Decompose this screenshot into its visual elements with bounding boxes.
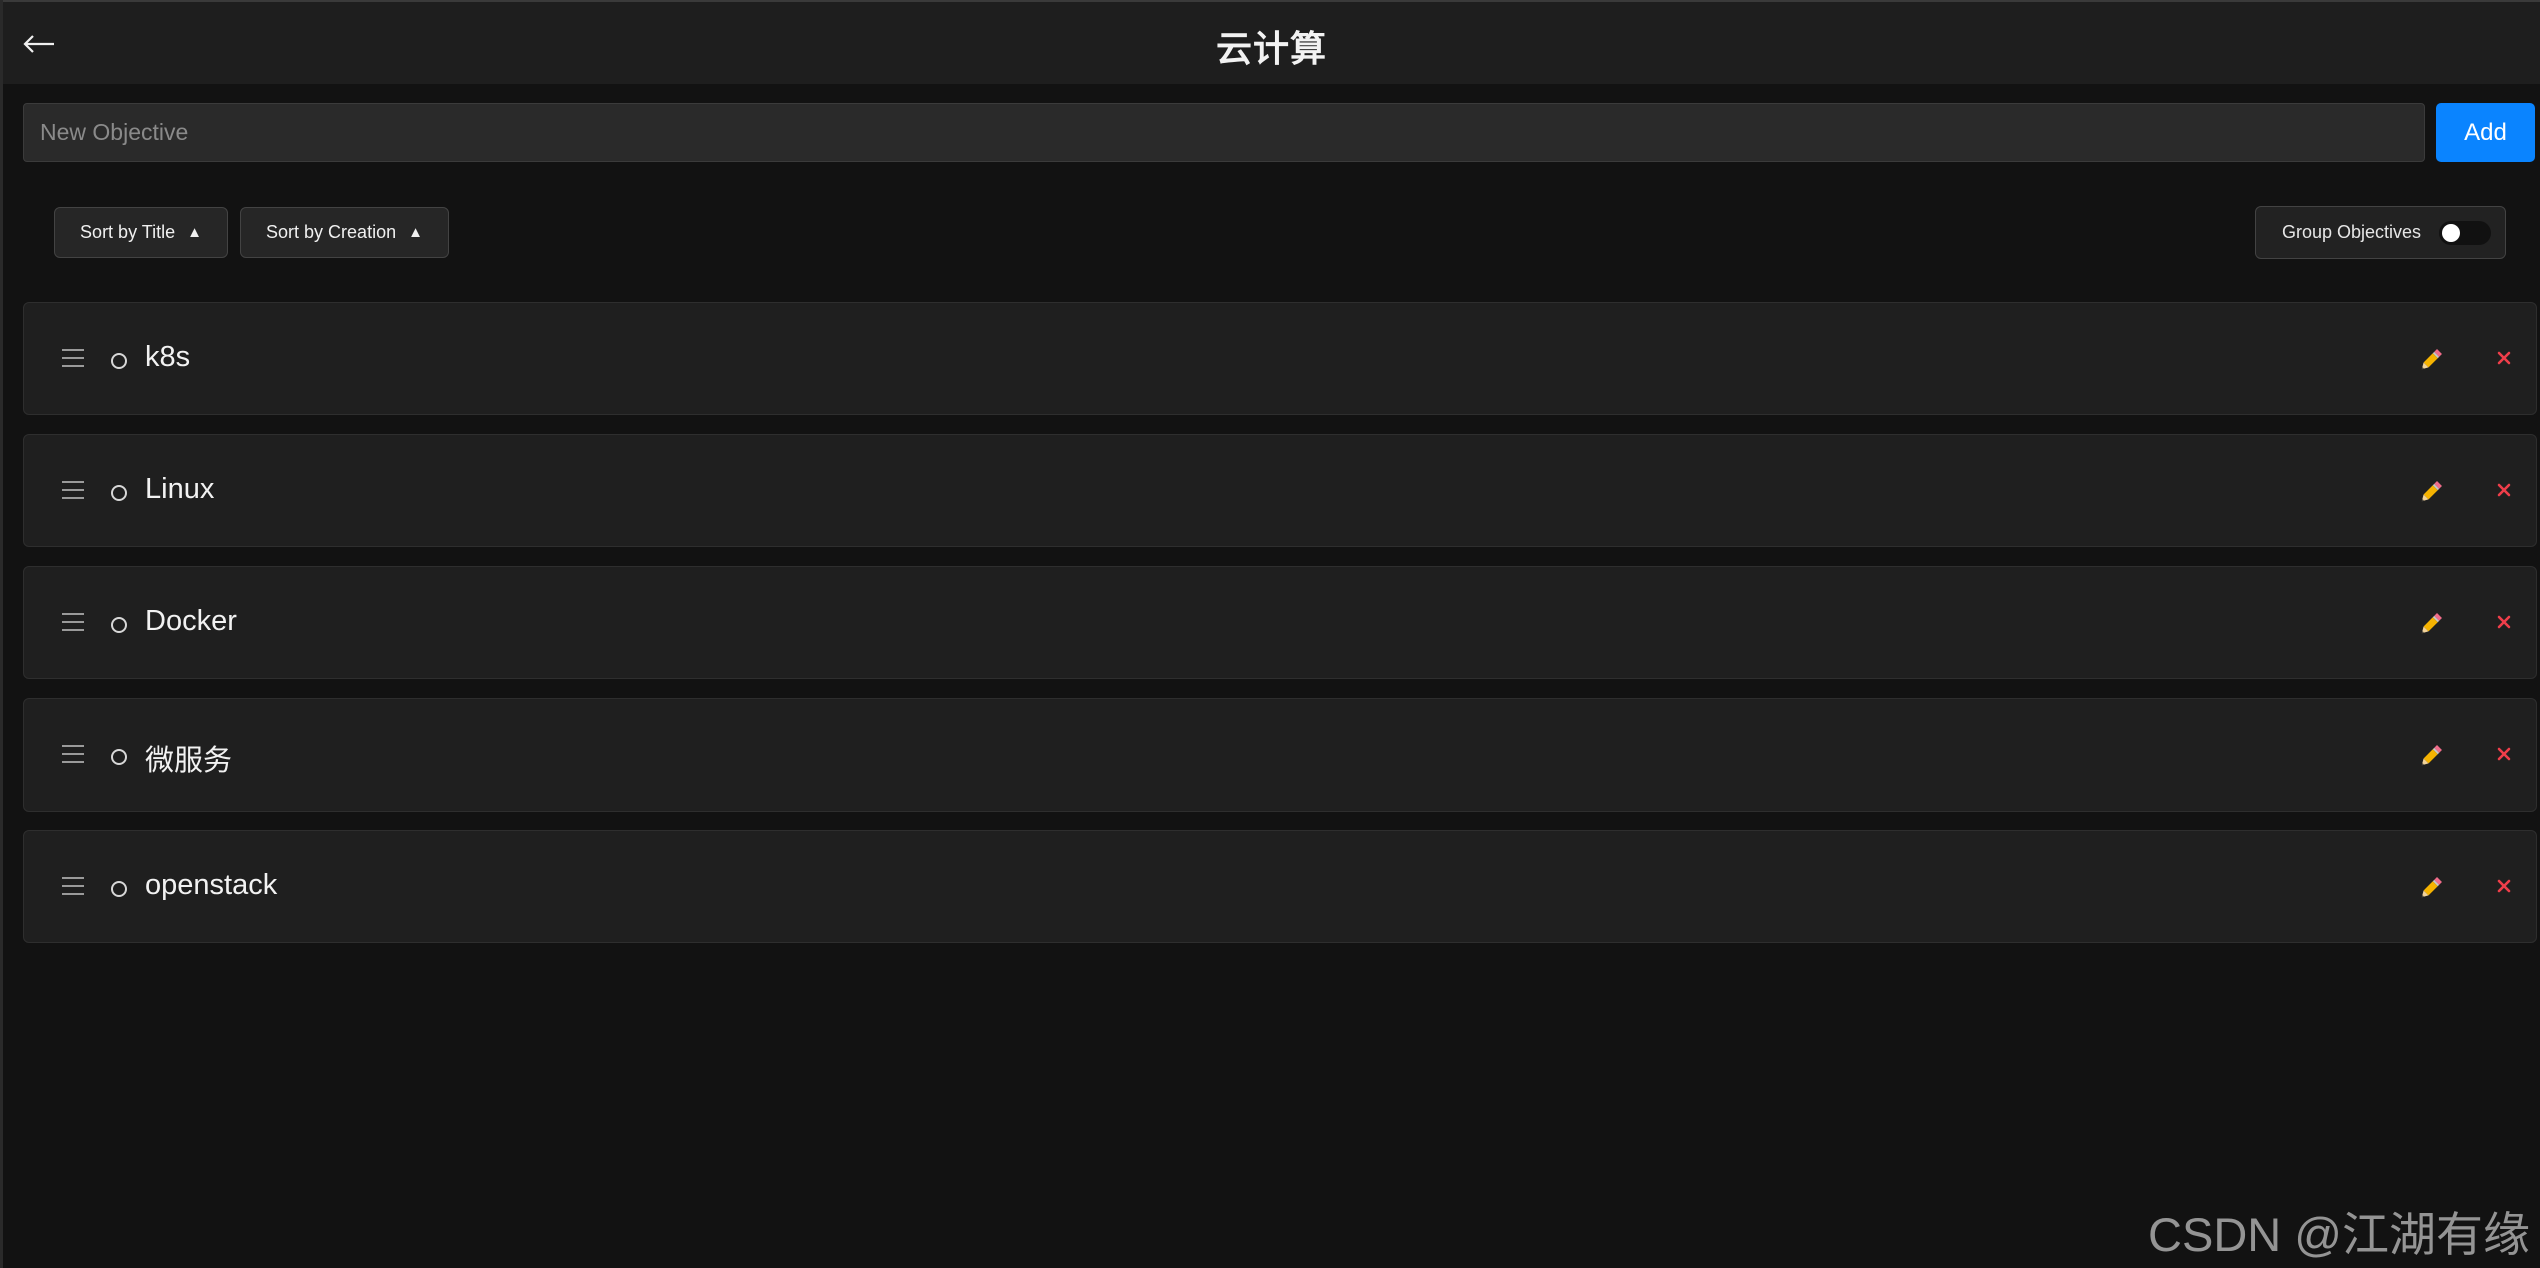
pencil-icon [2421, 349, 2442, 370]
add-button[interactable]: Add [2436, 103, 2535, 162]
new-objective-input[interactable] [23, 103, 2425, 162]
add-objective-form: Add [23, 103, 2537, 164]
objective-item: 微服务 [23, 698, 2537, 812]
edit-button[interactable] [2417, 742, 2445, 770]
objective-item: openstack [23, 830, 2537, 943]
sort-by-creation-label: Sort by Creation [266, 222, 397, 242]
objective-title[interactable]: Linux [145, 473, 214, 506]
edit-button[interactable] [2417, 874, 2445, 902]
toggle-knob [2442, 223, 2461, 242]
close-icon [2497, 615, 2511, 629]
delete-button[interactable] [2492, 874, 2516, 898]
delete-button[interactable] [2492, 610, 2516, 634]
status-circle-icon[interactable] [111, 749, 127, 765]
close-icon [2497, 351, 2511, 365]
objective-item: Linux [23, 434, 2537, 547]
sort-by-title-button[interactable]: Sort by Title ▲ [54, 207, 228, 258]
sort-by-creation-button[interactable]: Sort by Creation ▲ [240, 207, 449, 258]
drag-handle-icon[interactable] [62, 613, 84, 635]
objective-title[interactable]: openstack [145, 869, 277, 902]
objective-title[interactable]: k8s [145, 341, 190, 374]
objective-item: k8s [23, 302, 2537, 415]
objective-title[interactable]: 微服务 [145, 737, 232, 779]
status-circle-icon[interactable] [111, 881, 127, 897]
objective-title[interactable]: Docker [145, 605, 237, 638]
group-objectives-control: Group Objectives [2255, 206, 2506, 259]
drag-handle-icon[interactable] [62, 349, 84, 371]
delete-button[interactable] [2492, 478, 2516, 502]
sort-up-icon: ▲ [187, 224, 202, 241]
delete-button[interactable] [2492, 742, 2516, 766]
close-icon [2497, 879, 2511, 893]
sort-by-title-label: Sort by Title [80, 222, 176, 242]
edit-button[interactable] [2417, 346, 2445, 374]
drag-handle-icon[interactable] [62, 877, 84, 899]
header-bar: 云计算 [3, 0, 2540, 84]
edit-button[interactable] [2417, 610, 2445, 638]
sort-up-icon: ▲ [408, 224, 423, 241]
status-circle-icon[interactable] [111, 617, 127, 633]
status-circle-icon[interactable] [111, 485, 127, 501]
pencil-icon [2421, 613, 2442, 634]
group-objectives-label: Group Objectives [2282, 222, 2422, 242]
pencil-icon [2421, 877, 2442, 898]
delete-button[interactable] [2492, 346, 2516, 370]
objective-list: k8s Linux Docker 微服务 openstack [23, 302, 2537, 962]
edit-button[interactable] [2417, 478, 2445, 506]
group-objectives-toggle[interactable] [2439, 220, 2492, 245]
status-circle-icon[interactable] [111, 353, 127, 369]
drag-handle-icon[interactable] [62, 745, 84, 767]
drag-handle-icon[interactable] [62, 481, 84, 503]
pencil-icon [2421, 745, 2442, 766]
pencil-icon [2421, 481, 2442, 502]
app-window: 云计算 Add Sort by Title ▲ Sort by Creation… [0, 0, 2540, 1268]
objective-item: Docker [23, 566, 2537, 679]
watermark: CSDN @江湖有缘 [2148, 1208, 2530, 1261]
page-title: 云计算 [1215, 28, 1327, 69]
close-icon [2497, 747, 2511, 761]
close-icon [2497, 483, 2511, 497]
